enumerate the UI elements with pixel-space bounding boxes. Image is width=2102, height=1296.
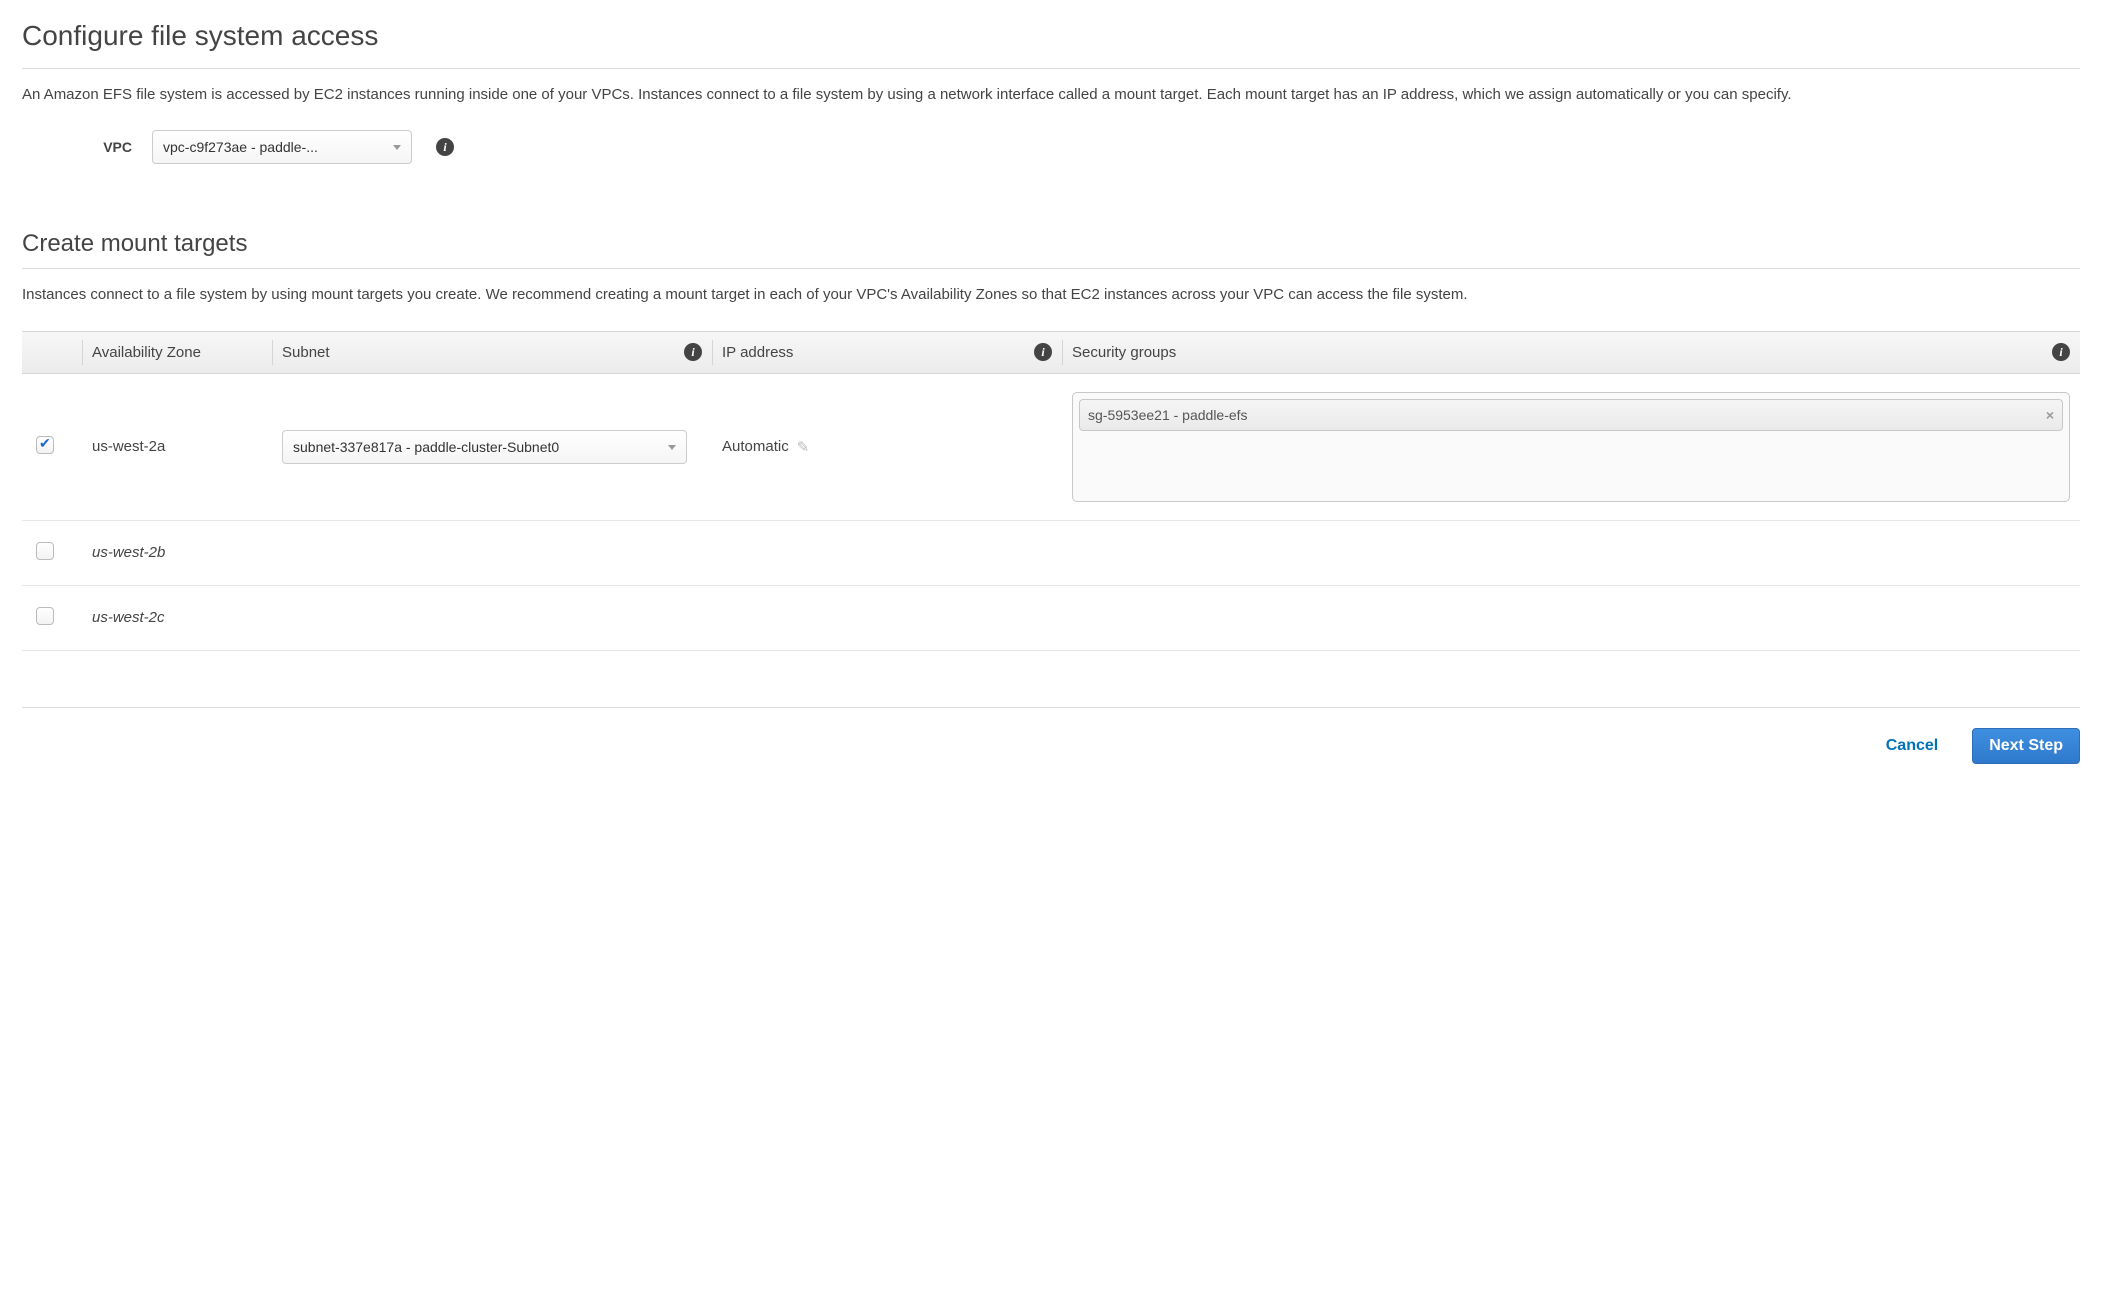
az-cell: us-west-2a xyxy=(82,373,272,520)
divider xyxy=(22,268,2080,269)
vpc-label: VPC xyxy=(22,139,152,155)
az-checkbox[interactable] xyxy=(36,436,54,454)
mount-targets-table: Availability Zone Subnet i IP address i … xyxy=(22,331,2080,651)
table-row: us-west-2b xyxy=(22,520,2080,585)
table-header-az: Availability Zone xyxy=(82,331,272,373)
az-cell: us-west-2c xyxy=(82,585,272,650)
footer-actions: Cancel Next Step xyxy=(22,728,2080,764)
vpc-row: VPC vpc-c9f273ae - paddle-... i xyxy=(22,130,2080,164)
table-row: us-west-2a subnet-337e817a - paddle-clus… xyxy=(22,373,2080,520)
chevron-down-icon xyxy=(393,145,401,150)
az-checkbox[interactable] xyxy=(36,542,54,560)
info-icon[interactable]: i xyxy=(2052,343,2070,361)
vpc-select[interactable]: vpc-c9f273ae - paddle-... xyxy=(152,130,412,164)
chevron-down-icon xyxy=(668,445,676,450)
configure-efs-page: Configure file system access An Amazon E… xyxy=(0,0,2102,784)
security-group-tag: sg-5953ee21 - paddle-efs × xyxy=(1079,399,2063,432)
info-icon[interactable]: i xyxy=(436,138,454,156)
next-step-button[interactable]: Next Step xyxy=(1972,728,2080,764)
az-checkbox[interactable] xyxy=(36,607,54,625)
table-header-checkbox xyxy=(22,331,82,373)
close-icon[interactable]: × xyxy=(2046,406,2054,425)
table-header-sg: Security groups i xyxy=(1062,331,2080,373)
vpc-select-value: vpc-c9f273ae - paddle-... xyxy=(163,139,318,155)
security-groups-box[interactable]: sg-5953ee21 - paddle-efs × xyxy=(1072,392,2070,502)
info-icon[interactable]: i xyxy=(1034,343,1052,361)
subnet-select-value: subnet-337e817a - paddle-cluster-Subnet0 xyxy=(293,439,559,455)
table-header-ip: IP address i xyxy=(712,331,1062,373)
table-row: us-west-2c xyxy=(22,585,2080,650)
az-cell: us-west-2b xyxy=(82,520,272,585)
edit-icon[interactable]: ✎ xyxy=(797,438,810,456)
mount-targets-title: Create mount targets xyxy=(22,230,2080,258)
table-header-subnet: Subnet i xyxy=(272,331,712,373)
info-icon[interactable]: i xyxy=(684,343,702,361)
ip-value: Automatic xyxy=(722,438,789,455)
page-description: An Amazon EFS file system is accessed by… xyxy=(22,83,2080,106)
mount-targets-description: Instances connect to a file system by us… xyxy=(22,283,2080,306)
cancel-button[interactable]: Cancel xyxy=(1880,736,1944,756)
security-group-label: sg-5953ee21 - paddle-efs xyxy=(1088,406,1248,425)
subnet-select[interactable]: subnet-337e817a - paddle-cluster-Subnet0 xyxy=(282,430,687,464)
page-title: Configure file system access xyxy=(22,20,2080,58)
divider xyxy=(22,68,2080,69)
divider xyxy=(22,707,2080,708)
